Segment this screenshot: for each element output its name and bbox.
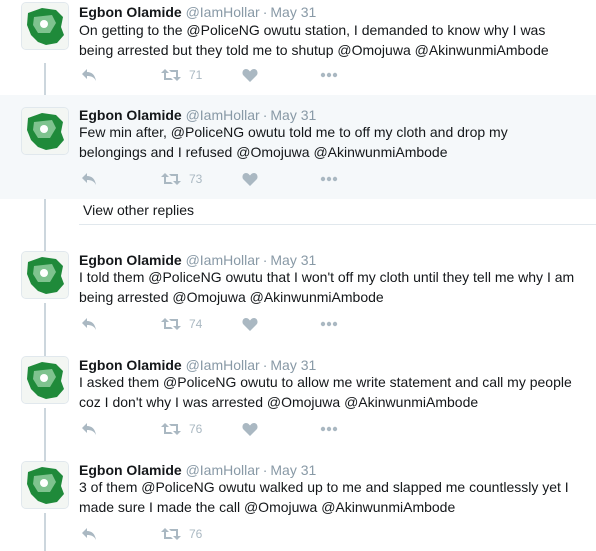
more-button[interactable] (320, 169, 338, 189)
more-button[interactable] (320, 65, 338, 85)
like-button[interactable] (242, 169, 258, 189)
separator-dot: · (262, 107, 268, 123)
reply-button[interactable] (81, 65, 97, 85)
tweet-text-line: made sure I made the call @Omojuwa @Akin… (79, 499, 456, 515)
tweet-text-line: On getting to the @PoliceNG owutu statio… (79, 22, 546, 38)
tweet-date[interactable]: May 31 (270, 107, 316, 123)
like-icon (242, 423, 258, 436)
more-icon (320, 321, 338, 327)
retweet-count: 71 (189, 68, 203, 82)
tweet-text-line: belongings and I refused @Omojuwa @Akinw… (79, 144, 448, 160)
author-name[interactable]: Egbon Olamide (79, 462, 182, 478)
retweet-button[interactable]: 73 (161, 169, 202, 189)
author-handle[interactable]: @IamHollar (186, 462, 260, 478)
tweet-text-line: being arrested but they told me to shutu… (79, 42, 549, 58)
author-name[interactable]: Egbon Olamide (79, 107, 182, 123)
tweet-actions: 76 (79, 524, 359, 544)
tweet-text: 3 of them @PoliceNG owutu walked up to m… (79, 477, 589, 517)
more-icon (320, 426, 338, 432)
author-name[interactable]: Egbon Olamide (79, 357, 182, 373)
author-name[interactable]: Egbon Olamide (79, 252, 182, 268)
retweet-button[interactable]: 76 (161, 524, 202, 544)
author-handle[interactable]: @IamHollar (186, 107, 260, 123)
retweet-count: 76 (189, 422, 203, 436)
tweet-actions: 76 (79, 419, 359, 439)
reply-icon (82, 318, 96, 330)
like-button[interactable] (242, 419, 258, 439)
tweet[interactable]: Egbon Olamide @IamHollar · May 31 I told t… (0, 251, 596, 346)
like-icon (242, 318, 258, 331)
retweet-icon (161, 69, 181, 81)
tweet-text: I told them @PoliceNG owutu that I won't… (79, 267, 589, 307)
avatar[interactable] (21, 356, 69, 404)
tweet-text: Few min after, @PoliceNG owutu told me t… (79, 122, 589, 162)
reply-icon (82, 173, 96, 185)
tweet-text-line: I asked them @PoliceNG owutu to allow me… (79, 374, 572, 390)
tweet-actions: 71 (79, 65, 359, 85)
reply-button[interactable] (81, 169, 97, 189)
retweet-icon (161, 423, 181, 435)
tweet-text: On getting to the @PoliceNG owutu statio… (79, 20, 589, 60)
avatar[interactable] (21, 461, 69, 509)
separator-dot: · (262, 252, 268, 268)
view-other-replies-link[interactable]: View other replies (83, 202, 194, 218)
author-handle[interactable]: @IamHollar (186, 4, 260, 20)
tweet[interactable]: Egbon Olamide @IamHollar · May 31 On getti… (0, 0, 596, 95)
reply-icon (82, 423, 96, 435)
retweet-count: 74 (189, 317, 203, 331)
tweet-actions: 73 (79, 169, 359, 189)
retweet-button[interactable]: 71 (161, 65, 202, 85)
reply-icon (82, 69, 96, 81)
reply-button[interactable] (81, 314, 97, 334)
avatar[interactable] (21, 2, 69, 50)
tweet-date[interactable]: May 31 (270, 357, 316, 373)
more-icon (320, 72, 338, 78)
reply-button[interactable] (81, 419, 97, 439)
tweet-text-line: Few min after, @PoliceNG owutu told me t… (79, 124, 508, 140)
retweet-count: 73 (189, 172, 203, 186)
tweet-text-line: coz I don't why I was arrested @Omojuwa … (79, 394, 479, 410)
like-button[interactable] (242, 314, 258, 334)
reply-icon (82, 528, 96, 540)
author-handle[interactable]: @IamHollar (186, 357, 260, 373)
author-name[interactable]: Egbon Olamide (79, 4, 182, 20)
retweet-button[interactable]: 74 (161, 314, 202, 334)
retweet-icon (161, 528, 181, 540)
more-button[interactable] (320, 419, 338, 439)
separator-dot: · (262, 357, 268, 373)
more-icon (320, 176, 338, 182)
reply-button[interactable] (81, 524, 97, 544)
avatar[interactable] (21, 251, 69, 299)
retweet-icon (161, 318, 181, 330)
tweet[interactable]: Egbon Olamide @IamHollar · May 31 3 of the… (0, 461, 596, 551)
author-handle[interactable]: @IamHollar (186, 252, 260, 268)
like-icon (242, 69, 258, 82)
retweet-icon (161, 173, 181, 185)
tweet-date[interactable]: May 31 (270, 252, 316, 268)
tweet-actions: 74 (79, 314, 359, 334)
like-button[interactable] (242, 65, 258, 85)
like-icon (242, 173, 258, 186)
tweet[interactable]: Egbon Olamide @IamHollar · May 31 Few min … (0, 95, 596, 199)
separator-dot: · (262, 462, 268, 478)
retweet-button[interactable]: 76 (161, 419, 202, 439)
retweet-count: 76 (189, 527, 203, 541)
tweet-date[interactable]: May 31 (270, 4, 316, 20)
avatar[interactable] (21, 107, 69, 155)
tweet-text-line: 3 of them @PoliceNG owutu walked up to m… (79, 479, 569, 495)
tweet-text-line: I told them @PoliceNG owutu that I won't… (79, 269, 575, 285)
tweet-text: I asked them @PoliceNG owutu to allow me… (79, 372, 589, 412)
more-button[interactable] (320, 314, 338, 334)
divider (79, 224, 596, 225)
separator-dot: · (262, 4, 268, 20)
tweet-text-line: being arrested @Omojuwa @AkinwunmiAmbode (79, 289, 384, 305)
tweet[interactable]: Egbon Olamide @IamHollar · May 31 I asked … (0, 356, 596, 451)
tweet-date[interactable]: May 31 (270, 462, 316, 478)
